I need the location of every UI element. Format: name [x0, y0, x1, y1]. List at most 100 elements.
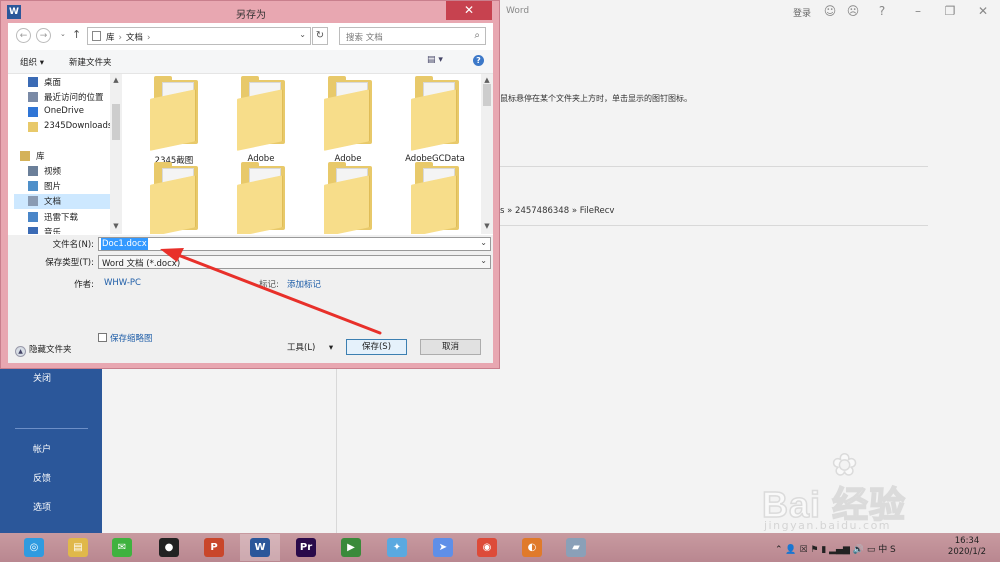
- taskbar-app-button[interactable]: P: [194, 534, 234, 561]
- dialog-title-bar[interactable]: W 另存为 ✕: [1, 1, 501, 23]
- folder-item[interactable]: Adobe: [308, 76, 388, 166]
- filename-value[interactable]: Doc1.docx: [101, 238, 148, 250]
- search-icon: ⌕: [474, 30, 480, 41]
- smile-icon[interactable]: ☺: [822, 3, 838, 19]
- folder-item[interactable]: [221, 162, 301, 234]
- music-icon: [28, 227, 38, 234]
- breadcrumb-separator-icon[interactable]: ›: [119, 33, 122, 43]
- cancel-button[interactable]: 取消: [420, 339, 481, 355]
- scroll-thumb[interactable]: [112, 104, 120, 140]
- nav-item[interactable]: 文档: [14, 194, 122, 209]
- forward-button[interactable]: →: [36, 28, 51, 43]
- author-label: 作者:: [74, 280, 94, 290]
- nav-item-label: 桌面: [44, 78, 62, 88]
- word-icon: W: [250, 538, 270, 557]
- search-input[interactable]: 搜索 文档 ⌕: [339, 27, 486, 45]
- filename-field[interactable]: Doc1.docx ⌄: [98, 237, 491, 251]
- collapse-icon: ▲: [15, 346, 26, 357]
- 360-browser-icon: ◎: [24, 538, 44, 557]
- taskbar-app-button[interactable]: ◎: [14, 534, 54, 561]
- taskbar-app-button[interactable]: W: [240, 534, 280, 561]
- new-folder-button[interactable]: 新建文件夹: [69, 56, 112, 68]
- taskbar-app-button[interactable]: ▤: [58, 534, 98, 561]
- nav-item[interactable]: 桌面: [14, 75, 122, 90]
- chevron-down-icon[interactable]: ⌄: [299, 30, 306, 39]
- tags-label: 标记:: [259, 280, 279, 290]
- folder-item[interactable]: 2345截图: [134, 76, 214, 166]
- nav-item[interactable]: 迅雷下载: [14, 210, 122, 225]
- taskbar-app-button[interactable]: ▶: [331, 534, 371, 561]
- folder-item[interactable]: [308, 162, 388, 234]
- nav-options[interactable]: 选项: [0, 500, 102, 513]
- system-tray[interactable]: ⌃ 👤 ☒ ⚑ ▮ ▂▄▆ 🔊 ▭ 中 S: [775, 542, 896, 555]
- chrome-icon: ◉: [477, 538, 497, 557]
- scroll-up-icon[interactable]: ▲: [110, 76, 122, 84]
- qq-icon: ●: [159, 538, 179, 557]
- nav-item[interactable]: 图片: [14, 179, 122, 194]
- frown-icon[interactable]: ☹: [845, 3, 861, 19]
- nav-account[interactable]: 帐户: [0, 442, 102, 455]
- save-button[interactable]: 保存(S): [346, 339, 407, 355]
- nav-item[interactable]: 视频: [14, 164, 122, 179]
- clock[interactable]: 16:34 2020/1/2: [942, 536, 992, 558]
- hide-folders-button[interactable]: ▲ 隐藏文件夹: [15, 343, 72, 357]
- nav-close[interactable]: 关闭: [0, 371, 102, 384]
- nav-item-label: 库: [36, 152, 45, 162]
- chevron-down-icon[interactable]: ⌄: [480, 238, 487, 247]
- nav-item[interactable]: 库: [14, 149, 122, 164]
- taskbar-app-button[interactable]: ✉: [102, 534, 142, 561]
- taskbar-app-button[interactable]: Pr: [286, 534, 326, 561]
- scroll-up-icon[interactable]: ▲: [481, 76, 493, 84]
- chevron-down-icon[interactable]: ⌄: [480, 256, 487, 265]
- nav-item[interactable]: 音乐: [14, 225, 122, 234]
- taskbar-app-button[interactable]: ➤: [423, 534, 463, 561]
- nav-item[interactable]: 2345Downloads: [14, 120, 122, 135]
- taskbar-app-button[interactable]: ◐: [512, 534, 552, 561]
- folder-icon: [150, 89, 196, 151]
- taskbar-app-button[interactable]: ●: [149, 534, 189, 561]
- taskbar-app-button[interactable]: ◉: [467, 534, 507, 561]
- folder-item[interactable]: Adobe: [221, 76, 301, 166]
- restore-icon[interactable]: ❐: [942, 3, 958, 19]
- nav-item[interactable]: 最近访问的位置: [14, 90, 122, 105]
- back-button[interactable]: ←: [16, 28, 31, 43]
- address-bar[interactable]: 库 › 文档 › ⌄: [87, 27, 311, 45]
- close-icon[interactable]: ✕: [975, 3, 991, 19]
- tags-value[interactable]: 添加标记: [287, 278, 321, 290]
- breadcrumb-item[interactable]: 文档: [126, 33, 143, 43]
- nav-feedback[interactable]: 反馈: [0, 471, 102, 484]
- filetype-select[interactable]: Word 文档 (*.docx) ⌄: [98, 255, 491, 269]
- folder-icon: [150, 175, 196, 234]
- breadcrumb-separator-icon[interactable]: ›: [147, 33, 150, 43]
- nav-scrollbar[interactable]: ▲ ▼: [110, 74, 122, 234]
- refresh-button[interactable]: ↻: [312, 27, 328, 45]
- folder-icon: [28, 122, 38, 132]
- taskbar-app-button[interactable]: ✦: [377, 534, 417, 561]
- file-explorer-icon: ▤: [68, 538, 88, 557]
- taskbar-app-button[interactable]: ▰: [556, 534, 596, 561]
- help-icon[interactable]: ?: [473, 55, 484, 66]
- folder-item[interactable]: AdobeGCData: [395, 76, 475, 166]
- change-view-button[interactable]: ▤ ▾: [427, 55, 443, 65]
- save-as-dialog: W 另存为 ✕ ← → ⌄ ↑ 库 › 文档 › ⌄ ↻ 搜索 文档 ⌕ 组织 ▾ 新…: [0, 0, 500, 369]
- tools-button[interactable]: 工具(L) ▾: [287, 341, 333, 353]
- sign-in-link[interactable]: 登录: [793, 6, 811, 19]
- author-value[interactable]: WHW-PC: [104, 278, 141, 288]
- help-icon[interactable]: ?: [874, 3, 890, 19]
- scroll-down-icon[interactable]: ▼: [110, 222, 122, 230]
- nav-item[interactable]: OneDrive: [14, 105, 122, 120]
- scroll-thumb[interactable]: [483, 84, 491, 106]
- file-scrollbar[interactable]: ▲ ▼: [481, 74, 493, 234]
- folder-item[interactable]: [395, 162, 475, 234]
- recent-locations-button[interactable]: ⌄: [60, 30, 66, 38]
- organize-button[interactable]: 组织 ▾: [20, 56, 44, 68]
- folder-item[interactable]: [134, 162, 214, 234]
- documents-icon: [28, 196, 38, 206]
- divider: [500, 166, 928, 167]
- breadcrumb-item[interactable]: 库: [106, 33, 115, 43]
- minimize-icon[interactable]: –: [910, 3, 926, 19]
- up-button[interactable]: ↑: [72, 28, 81, 41]
- scroll-down-icon[interactable]: ▼: [481, 222, 493, 230]
- dialog-close-button[interactable]: ✕: [446, 1, 492, 20]
- recent-folder-path[interactable]: s » 2457486348 » FileRecv: [500, 206, 614, 216]
